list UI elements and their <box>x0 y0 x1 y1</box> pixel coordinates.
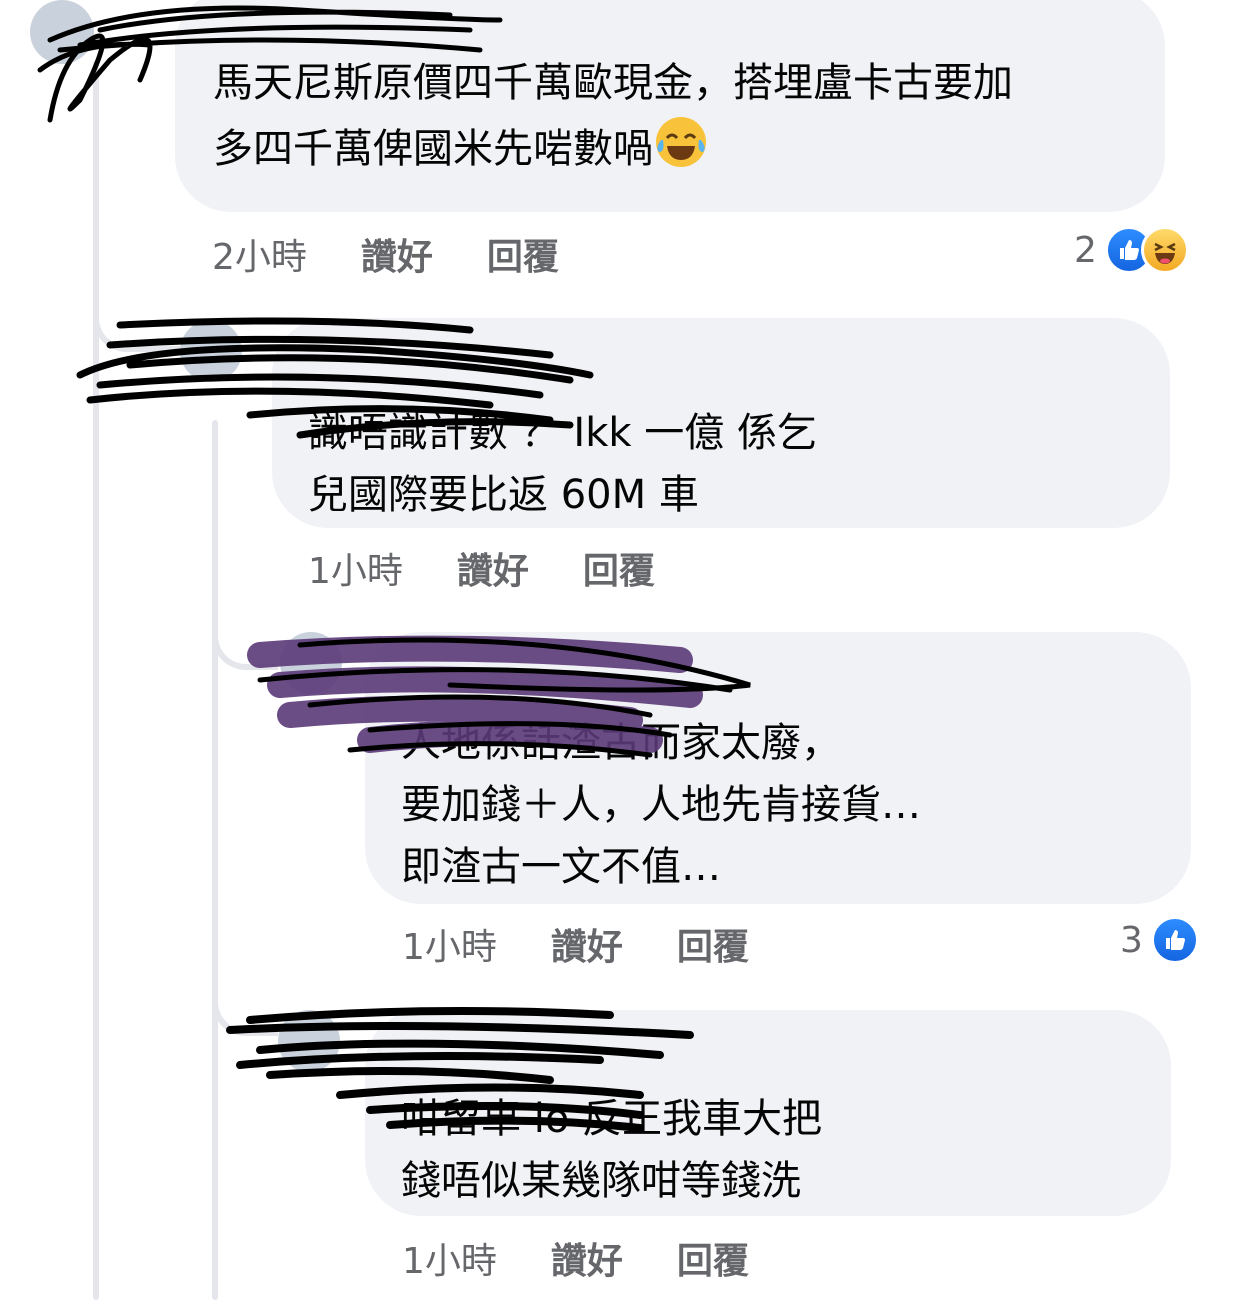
thread-line-root <box>93 60 99 1300</box>
comment-meta: 2小時 讚好 回覆 <box>212 228 559 280</box>
like-icon <box>1150 916 1199 964</box>
timestamp[interactable]: 2小時 <box>212 228 307 280</box>
reaction-summary[interactable]: 3 <box>1120 916 1199 964</box>
timestamp[interactable]: 1小時 <box>402 918 497 970</box>
like-button[interactable]: 讚好 <box>457 542 529 594</box>
timestamp[interactable]: 1小時 <box>308 542 403 594</box>
reply-button[interactable]: 回覆 <box>487 228 559 280</box>
tears-of-joy-emoji-icon <box>653 114 709 188</box>
redaction-scribble <box>226 1007 694 1132</box>
reply-button[interactable]: 回覆 <box>583 542 655 594</box>
reaction-count: 3 <box>1120 919 1143 961</box>
redaction-scribble <box>76 317 594 439</box>
reply-button[interactable]: 回覆 <box>677 918 749 970</box>
comment-meta: 1小時 讚好 回覆 <box>402 918 749 970</box>
redaction-scribble <box>247 635 751 758</box>
reaction-count: 2 <box>1074 229 1097 271</box>
reaction-summary[interactable]: 2 <box>1074 226 1189 274</box>
like-button[interactable]: 讚好 <box>551 918 623 970</box>
like-button[interactable]: 讚好 <box>361 228 433 280</box>
haha-icon <box>1140 226 1189 274</box>
comment-meta: 1小時 讚好 回覆 <box>402 1232 749 1284</box>
thread-line-nested <box>212 420 218 1300</box>
redaction-scribble <box>37 5 503 123</box>
like-button[interactable]: 讚好 <box>551 1232 623 1284</box>
timestamp[interactable]: 1小時 <box>402 1232 497 1284</box>
comment-meta: 1小時 讚好 回覆 <box>308 542 655 594</box>
reply-button[interactable]: 回覆 <box>677 1232 749 1284</box>
